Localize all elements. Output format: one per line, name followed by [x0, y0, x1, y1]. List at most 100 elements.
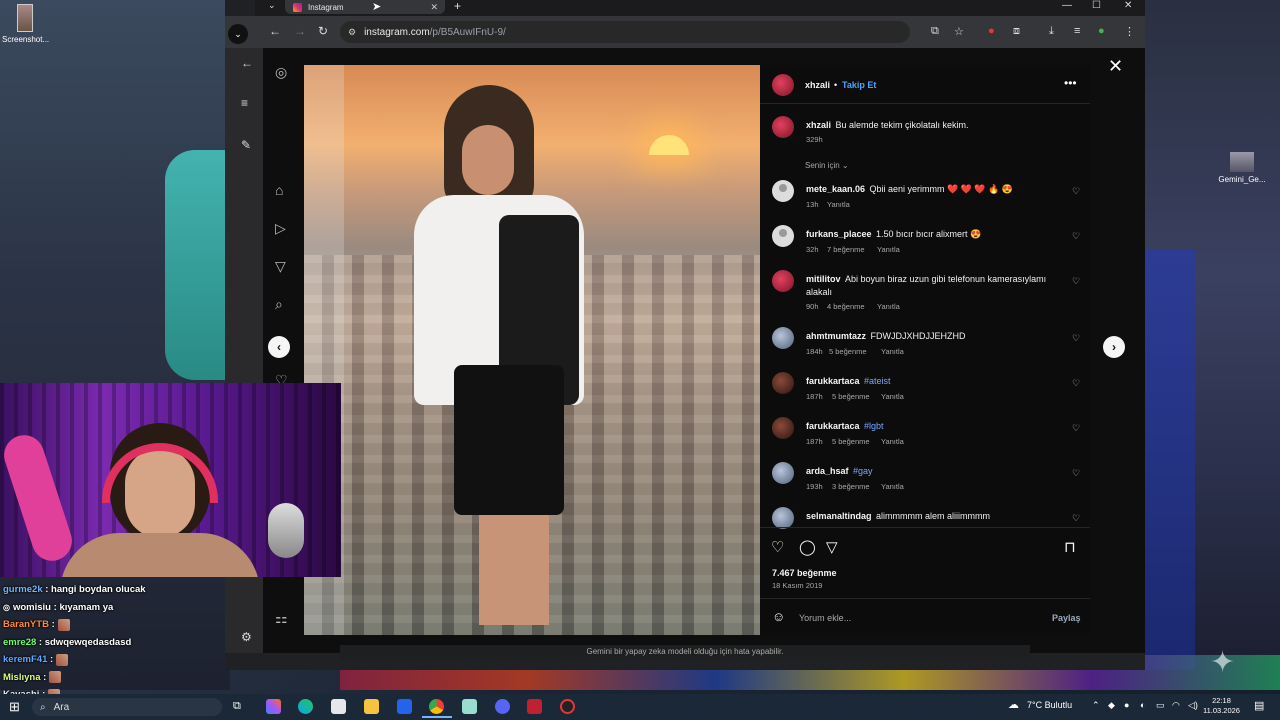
tray-chevron-up-icon[interactable]: ⌃: [1092, 700, 1100, 711]
comment-avatar[interactable]: [772, 462, 794, 484]
comment-username[interactable]: selmanaltindag: [806, 511, 872, 521]
extension-icon[interactable]: ●: [988, 25, 995, 37]
video-app-icon[interactable]: [527, 699, 542, 714]
weather-cloud-icon[interactable]: ☁: [1008, 698, 1019, 711]
comment-filter-dropdown[interactable]: Senin için ⌄: [805, 161, 849, 170]
follow-button[interactable]: Takip Et: [842, 80, 876, 90]
comment-username[interactable]: farukkartaca: [806, 376, 860, 386]
comment-likes[interactable]: 5 beğenme: [832, 437, 870, 446]
search-icon[interactable]: ⌕: [275, 296, 283, 313]
install-app-icon[interactable]: ⧉: [931, 25, 939, 38]
comment-likes[interactable]: 3 beğenme: [832, 482, 870, 491]
emoji-icon[interactable]: ☺: [772, 609, 785, 624]
reply-button[interactable]: Yanıtla: [877, 302, 900, 311]
save-bookmark-icon[interactable]: ⊓: [1064, 538, 1076, 556]
comment-username[interactable]: furkans_placee: [806, 229, 872, 239]
author-username[interactable]: xhzali: [805, 80, 830, 90]
bookmark-star-icon[interactable]: ☆: [954, 25, 964, 38]
comment-likes[interactable]: 4 beğenme: [827, 302, 865, 311]
comment-likes[interactable]: 7 beğenme: [827, 245, 865, 254]
share-send-icon[interactable]: ▽: [826, 538, 838, 556]
forward-button[interactable]: →: [294, 24, 306, 38]
extensions-puzzle-icon[interactable]: ⧈: [1013, 25, 1020, 38]
comment-username[interactable]: arda_hsaf: [806, 466, 849, 476]
hashtag-link[interactable]: #gay: [853, 466, 873, 476]
hamburger-menu-icon[interactable]: ≡: [241, 96, 248, 110]
next-post-button[interactable]: ›: [1103, 336, 1125, 358]
store-icon[interactable]: [331, 699, 346, 714]
notification-icon[interactable]: ▤: [1254, 699, 1264, 712]
tray-app-icon[interactable]: ◐: [1140, 700, 1145, 710]
comment-likes[interactable]: 5 beğenme: [829, 347, 867, 356]
comment-avatar[interactable]: [772, 270, 794, 292]
comment-like-icon[interactable]: ♡: [1072, 186, 1080, 197]
reply-button[interactable]: Yanıtla: [881, 437, 904, 446]
comment-avatar[interactable]: [772, 372, 794, 394]
reload-button[interactable]: ↻: [318, 24, 328, 38]
desktop-icon-gemini[interactable]: Gemini_Ge...: [1216, 152, 1268, 184]
comment-username[interactable]: mitilitov: [806, 274, 841, 284]
tab-close-icon[interactable]: ✕: [430, 2, 438, 13]
reels-icon[interactable]: ▷: [275, 220, 286, 237]
comment-like-icon[interactable]: ♡: [1072, 333, 1080, 344]
home-icon[interactable]: ⌂: [275, 182, 283, 198]
author-avatar[interactable]: [772, 74, 794, 96]
notepad-icon[interactable]: [462, 699, 477, 714]
hashtag-link[interactable]: #lgbt: [864, 421, 884, 431]
comment-username[interactable]: mete_kaan.06: [806, 184, 865, 194]
comment-username[interactable]: ahmtmumtazz: [806, 331, 866, 341]
profile-avatar-icon[interactable]: ●: [1098, 25, 1105, 37]
tab-search-icon[interactable]: ⌄: [268, 0, 276, 11]
post-comment-button[interactable]: Paylaş: [1052, 613, 1081, 623]
more-options-icon[interactable]: •••: [1064, 76, 1077, 90]
file-explorer-icon[interactable]: [364, 699, 379, 714]
site-info-icon[interactable]: ⚙: [348, 27, 356, 38]
wifi-icon[interactable]: ◠: [1172, 700, 1180, 711]
caption-username[interactable]: xhzali: [806, 120, 831, 130]
comment-avatar[interactable]: [772, 180, 794, 202]
comment-input[interactable]: Yorum ekle...: [799, 613, 851, 623]
edge-icon[interactable]: [298, 699, 313, 714]
comment-avatar[interactable]: [772, 507, 794, 529]
maximize-button[interactable]: ☐: [1092, 0, 1101, 11]
media-control-icon[interactable]: ≡: [1074, 25, 1080, 37]
close-modal-icon[interactable]: ✕: [1108, 56, 1123, 77]
hashtag-link[interactable]: #ateist: [864, 376, 891, 386]
comment-like-icon[interactable]: ♡: [1072, 378, 1080, 389]
copilot-icon[interactable]: [266, 699, 281, 714]
weather-text[interactable]: 7°C Bulutlu: [1027, 700, 1072, 710]
taskbar-clock[interactable]: 22:18 11.03.2026: [1203, 696, 1240, 716]
network-icon[interactable]: ▭: [1156, 700, 1165, 711]
comment-username[interactable]: farukkartaca: [806, 421, 860, 431]
edit-icon[interactable]: ✎: [241, 138, 251, 152]
address-bar[interactable]: ⚙ instagram.com/p/B5AuwIFnU-9/: [340, 21, 910, 43]
close-window-button[interactable]: ✕: [1124, 0, 1132, 11]
tray-app-icon[interactable]: ●: [1124, 700, 1129, 710]
direct-messages-icon[interactable]: ▽: [275, 258, 286, 275]
volume-icon[interactable]: ◁): [1188, 700, 1198, 711]
comment-likes[interactable]: 5 beğenme: [832, 392, 870, 401]
comment-avatar[interactable]: [772, 417, 794, 439]
windows-start-icon[interactable]: ⊞: [9, 699, 20, 715]
minimize-button[interactable]: —: [1062, 0, 1072, 11]
chrome-icon[interactable]: [429, 699, 444, 714]
reply-button[interactable]: Yanıtla: [881, 347, 904, 356]
discord-icon[interactable]: [495, 699, 510, 714]
like-heart-icon[interactable]: ♡: [771, 538, 784, 556]
taskbar-search[interactable]: ⌕ Ara: [32, 698, 222, 716]
desktop-icon-screenshot[interactable]: Screenshot...: [2, 4, 49, 44]
likes-count[interactable]: 7.467 beğenme: [772, 568, 837, 578]
comment-bubble-icon[interactable]: ◯: [799, 538, 816, 556]
instagram-logo-icon[interactable]: ◎: [275, 64, 287, 81]
reply-button[interactable]: Yanıtla: [877, 245, 900, 254]
caption-avatar[interactable]: [772, 116, 794, 138]
menu-dots-icon[interactable]: ⋮: [1124, 25, 1135, 38]
tab-instagram[interactable]: Instagram ✕: [285, 0, 445, 14]
new-tab-button[interactable]: +: [454, 0, 461, 13]
comment-like-icon[interactable]: ♡: [1072, 423, 1080, 434]
obs-icon[interactable]: [560, 699, 575, 714]
download-icon[interactable]: ⤓: [1049, 25, 1054, 38]
previous-post-button[interactable]: ‹: [268, 336, 290, 358]
mail-icon[interactable]: [397, 699, 412, 714]
comment-avatar[interactable]: [772, 225, 794, 247]
